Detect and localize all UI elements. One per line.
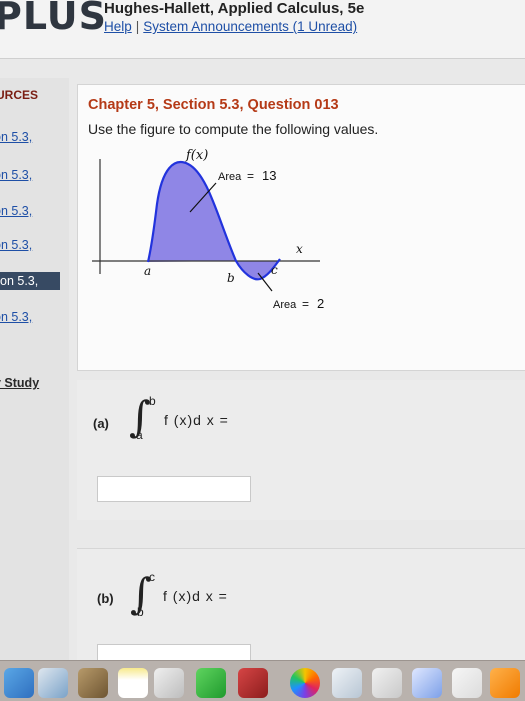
area1-eq: = bbox=[247, 169, 254, 183]
part-a-label: (a) bbox=[93, 416, 109, 431]
sidebar-study-link[interactable]: y Study bbox=[0, 376, 39, 390]
integral-a-lower-limit: a bbox=[136, 428, 143, 442]
part-a-section: (a) ∫ b a f (x)d x = bbox=[77, 380, 525, 520]
area2-value: 2 bbox=[317, 296, 324, 311]
integral-b-expression: f (x)d x = bbox=[163, 588, 228, 604]
integral-b-upper-limit: c bbox=[149, 570, 155, 584]
sidebar-item-section-3[interactable]: on 5.3, bbox=[0, 204, 64, 218]
photos-icon[interactable] bbox=[154, 668, 184, 698]
sidebar: URCES on 5.3, on 5.3, on 5.3, on 5.3, on… bbox=[0, 78, 69, 700]
question-title: Chapter 5, Section 5.3, Question 013 bbox=[88, 97, 339, 113]
keynote-icon[interactable] bbox=[332, 668, 362, 698]
music-icon[interactable] bbox=[452, 668, 482, 698]
top-bar: PLUS Hughes-Hallett, Applied Calculus, 5… bbox=[0, 0, 525, 59]
sidebar-heading: URCES bbox=[0, 88, 39, 102]
photo-booth-icon[interactable] bbox=[238, 668, 268, 698]
stickies-icon[interactable] bbox=[118, 668, 148, 698]
sidebar-item-section-4[interactable]: on 5.3, bbox=[0, 238, 64, 252]
calendar-icon[interactable] bbox=[412, 668, 442, 698]
area-figure: f(x) Area = 13 x a b c Area = 2 bbox=[92, 149, 324, 311]
sidebar-item-section-5-active[interactable]: on 5.3, bbox=[0, 272, 60, 290]
part-b-section: (b) ∫ c b f (x)d x = bbox=[77, 548, 525, 664]
notes-icon[interactable] bbox=[78, 668, 108, 698]
b-label: b bbox=[227, 271, 235, 285]
sidebar-item-section-1[interactable]: on 5.3, bbox=[0, 130, 64, 144]
book-title: Hughes-Hallett, Applied Calculus, 5e bbox=[104, 0, 365, 17]
preview-icon[interactable] bbox=[38, 668, 68, 698]
integral-a-expression: f (x)d x = bbox=[164, 412, 229, 428]
photos-app-icon[interactable] bbox=[290, 668, 320, 698]
top-links: Help | System Announcements (1 Unread) bbox=[104, 19, 357, 34]
question-prompt: Use the figure to compute the following … bbox=[88, 121, 379, 137]
c-label: c bbox=[271, 263, 278, 277]
question-panel: Chapter 5, Section 5.3, Question 013 Use… bbox=[77, 84, 525, 371]
sidebar-item-section-6[interactable]: on 5.3, bbox=[0, 310, 64, 324]
help-link[interactable]: Help bbox=[104, 19, 132, 34]
area2-eq: = bbox=[302, 297, 309, 311]
charts-icon[interactable] bbox=[372, 668, 402, 698]
sidebar-item-section-2[interactable]: on 5.3, bbox=[0, 168, 64, 182]
system-announcements-link[interactable]: System Announcements (1 Unread) bbox=[143, 19, 357, 34]
misc-icon[interactable] bbox=[490, 668, 520, 698]
integral-b-lower-limit: b bbox=[137, 605, 144, 619]
x-axis-label: x bbox=[296, 242, 303, 256]
finder-icon[interactable] bbox=[4, 668, 34, 698]
integral-a-upper-limit: b bbox=[149, 394, 156, 408]
fx-label: f(x) bbox=[185, 149, 208, 163]
wileyplus-logo[interactable]: PLUS bbox=[0, 0, 107, 38]
area1-value: 13 bbox=[262, 168, 276, 183]
area1-label: Area bbox=[218, 171, 242, 183]
area2-label: Area bbox=[273, 299, 297, 311]
a-label: a bbox=[144, 264, 151, 278]
part-a-answer-input[interactable] bbox=[97, 476, 251, 502]
mac-dock bbox=[0, 660, 525, 701]
facetime-icon[interactable] bbox=[196, 668, 226, 698]
part-b-label: (b) bbox=[97, 591, 114, 606]
link-separator: | bbox=[135, 19, 140, 34]
